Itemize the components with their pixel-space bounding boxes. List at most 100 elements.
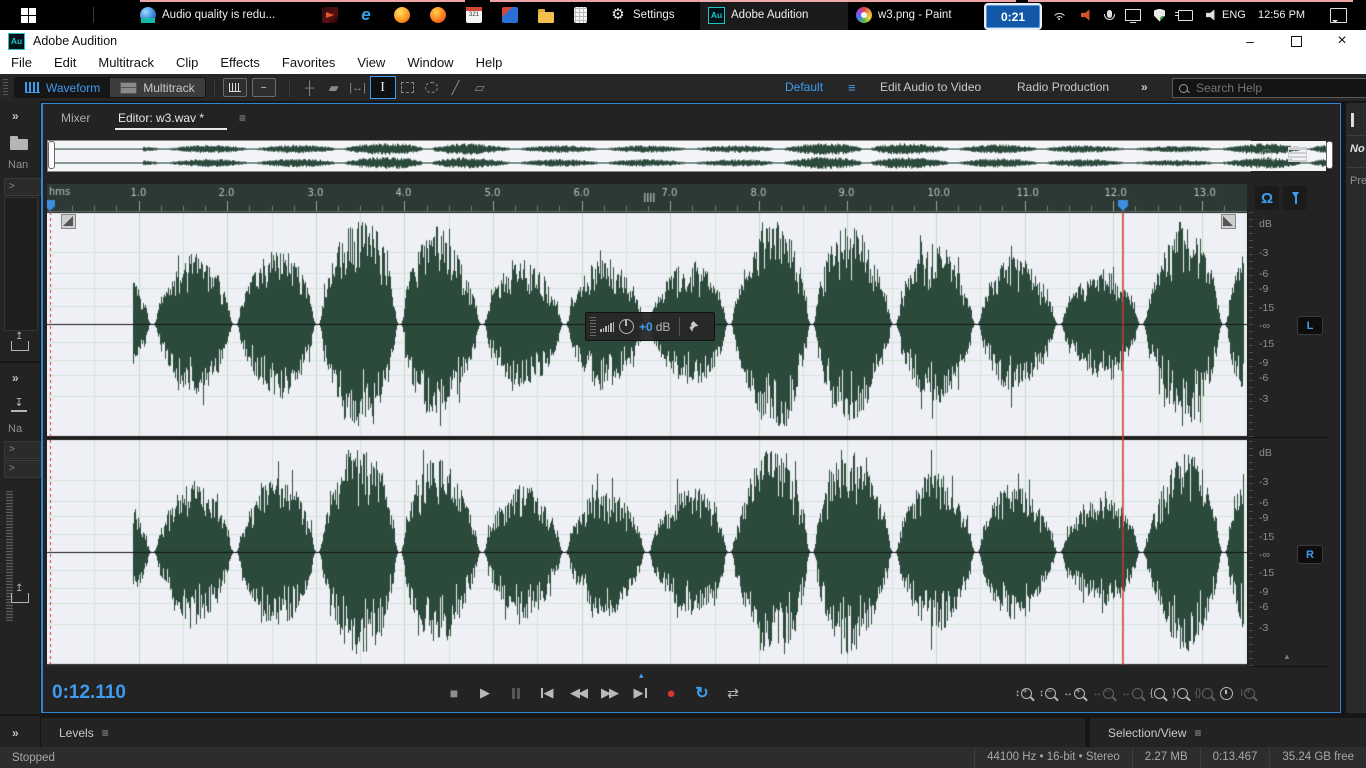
language-indicator[interactable]: ENG — [1222, 0, 1246, 30]
scale-scroll-up-icon[interactable]: ▲ — [1283, 652, 1291, 661]
overview-waveform[interactable] — [55, 141, 1326, 171]
scroll-grip-icon[interactable]: ▴ — [639, 670, 644, 681]
volume-knob[interactable] — [619, 319, 634, 334]
power-icon[interactable] — [1175, 9, 1193, 21]
overview-left-handle[interactable] — [48, 141, 55, 169]
workspace-default[interactable]: Default — [785, 80, 823, 94]
taskbar-icon-media-player[interactable] — [322, 0, 338, 30]
muted-speaker-icon[interactable] — [1081, 9, 1090, 21]
fade-in-handle[interactable] — [61, 214, 76, 229]
menu-help[interactable]: Help — [465, 52, 514, 74]
skip-selection-button[interactable] — [722, 683, 744, 703]
media-expand-row-1[interactable]: > — [4, 441, 42, 459]
zoom-out-full-button[interactable]: ↔ — [1121, 683, 1143, 703]
skip-to-start-button[interactable]: ◀ — [536, 683, 558, 703]
close-button[interactable]: × — [1320, 30, 1364, 52]
timeline-ruler[interactable] — [47, 184, 1247, 212]
fade-out-handle[interactable] — [1221, 214, 1236, 229]
hud-gain-value[interactable]: +0 — [639, 320, 653, 334]
menu-clip[interactable]: Clip — [165, 52, 209, 74]
taskbar-icon-edge[interactable]: e — [358, 0, 374, 30]
menu-multitrack[interactable]: Multitrack — [87, 52, 165, 74]
zoom-in-amplitude-button[interactable]: ↕ — [1015, 683, 1032, 703]
taskbar-icon-photos[interactable] — [502, 0, 518, 30]
overview-right-handle[interactable] — [1325, 141, 1333, 169]
zoom-in-at-in-point-button[interactable]: { — [1150, 683, 1166, 703]
start-button[interactable] — [10, 5, 46, 25]
editor-panel-menu-icon[interactable]: ≡ — [239, 111, 246, 125]
time-selection-tool[interactable]: I — [369, 76, 396, 99]
workspace-overflow-chevron[interactable]: » — [1141, 80, 1148, 94]
menu-effects[interactable]: Effects — [209, 52, 271, 74]
open-folder-icon[interactable] — [10, 136, 28, 150]
files-list[interactable] — [4, 197, 38, 331]
minimize-button[interactable]: – — [1228, 30, 1272, 52]
taskbar-app-paint[interactable]: w3.png - Paint — [856, 0, 980, 30]
taskbar-icon-calculator[interactable] — [574, 0, 587, 30]
slip-tool[interactable]: |↔| — [346, 77, 370, 98]
clock[interactable]: 12:56 PM — [1258, 0, 1305, 30]
search-help-box[interactable] — [1172, 78, 1366, 98]
menu-edit[interactable]: Edit — [43, 52, 87, 74]
snap-toggle-button[interactable]: Ω — [1255, 186, 1279, 210]
search-help-input[interactable] — [1194, 80, 1338, 96]
download-icon[interactable]: ↧ — [11, 398, 27, 412]
menu-view[interactable]: View — [346, 52, 396, 74]
tab-mixer[interactable]: Mixer — [61, 111, 90, 125]
play-button[interactable] — [474, 683, 496, 703]
workspace-edit-audio-to-video[interactable]: Edit Audio to Video — [880, 80, 981, 94]
display-icon[interactable] — [1125, 9, 1141, 23]
import-media-icon[interactable] — [11, 583, 29, 603]
right-channel-badge[interactable]: R — [1297, 545, 1323, 564]
taskbar-app-settings[interactable]: ⚙ Settings — [610, 0, 674, 30]
volume-icon[interactable] — [1206, 9, 1215, 21]
media-expand-row-2[interactable]: > — [4, 460, 42, 478]
zoom-out-time-button[interactable]: ↔ — [1092, 683, 1114, 703]
loop-playback-button[interactable] — [691, 683, 713, 703]
marquee-selection-tool[interactable] — [396, 77, 420, 98]
spectral-display-button[interactable] — [222, 78, 247, 97]
menu-favorites[interactable]: Favorites — [271, 52, 346, 74]
taskbar-icon-calendar[interactable] — [466, 0, 482, 30]
collapsed-right-panel[interactable]: No S Pres — [1346, 103, 1366, 713]
zoom-reset-button[interactable] — [1220, 683, 1234, 703]
menu-window[interactable]: Window — [396, 52, 464, 74]
files-panel-expander[interactable]: » — [12, 109, 19, 123]
overview-navigator[interactable] — [47, 140, 1333, 172]
zoom-in-time-button[interactable]: ↔ — [1063, 683, 1085, 703]
fast-forward-button[interactable] — [598, 683, 620, 703]
taskbar-app-audio-quality[interactable]: Audio quality is redu... — [140, 0, 310, 30]
waveform-display[interactable] — [47, 212, 1247, 666]
amplitude-scale[interactable]: dB -3 -6 -9 -15 -∞ -15 -9 -6 -3 dB -3 -6 -9 -15 -∞ -15 -… — [1249, 212, 1329, 667]
timer-badge[interactable]: 0:21 — [984, 3, 1042, 30]
media-browser-expander[interactable]: » — [12, 371, 19, 385]
pause-button[interactable] — [505, 683, 527, 703]
zoom-in-at-out-point-button[interactable]: } — [1172, 683, 1188, 703]
record-button[interactable] — [660, 683, 682, 703]
multitrack-view-button[interactable]: Multitrack — [110, 78, 204, 97]
razor-tool[interactable]: ▰ — [322, 77, 346, 98]
overview-zoom-out-icon[interactable] — [1261, 144, 1272, 164]
skip-to-end-button[interactable]: ▶ — [629, 683, 651, 703]
spot-healing-tool[interactable]: ▱ — [468, 77, 492, 98]
paintbrush-tool[interactable]: ╱ — [444, 77, 468, 98]
files-expand-row[interactable]: > — [4, 178, 42, 196]
move-tool[interactable]: ┼ — [298, 77, 322, 98]
microphone-icon[interactable] — [1104, 9, 1115, 20]
tab-editor-w3wav[interactable]: Editor: w3.wav * — [118, 111, 204, 125]
volume-hud[interactable]: +0 dB — [585, 312, 715, 341]
hud-drag-handle[interactable] — [590, 317, 596, 336]
workspace-menu-icon[interactable]: ≡ — [848, 80, 856, 95]
channel-list-icon[interactable] — [1288, 146, 1307, 162]
levels-panel-expander[interactable]: » — [12, 726, 19, 740]
rewind-button[interactable] — [567, 683, 589, 703]
playhead-time-display[interactable]: 0:12.110 — [52, 682, 126, 704]
lasso-selection-tool[interactable] — [420, 77, 444, 98]
tab-selection-view[interactable]: Selection/View — [1108, 726, 1187, 740]
stop-button[interactable] — [443, 683, 465, 703]
taskbar-app-audition[interactable]: Au Adobe Audition — [700, 0, 848, 30]
hud-pin-icon[interactable] — [687, 321, 699, 332]
taskbar-icon-firefox[interactable] — [394, 0, 410, 30]
security-shield-icon[interactable] — [1154, 8, 1165, 22]
toolbar-grip[interactable] — [3, 78, 8, 97]
